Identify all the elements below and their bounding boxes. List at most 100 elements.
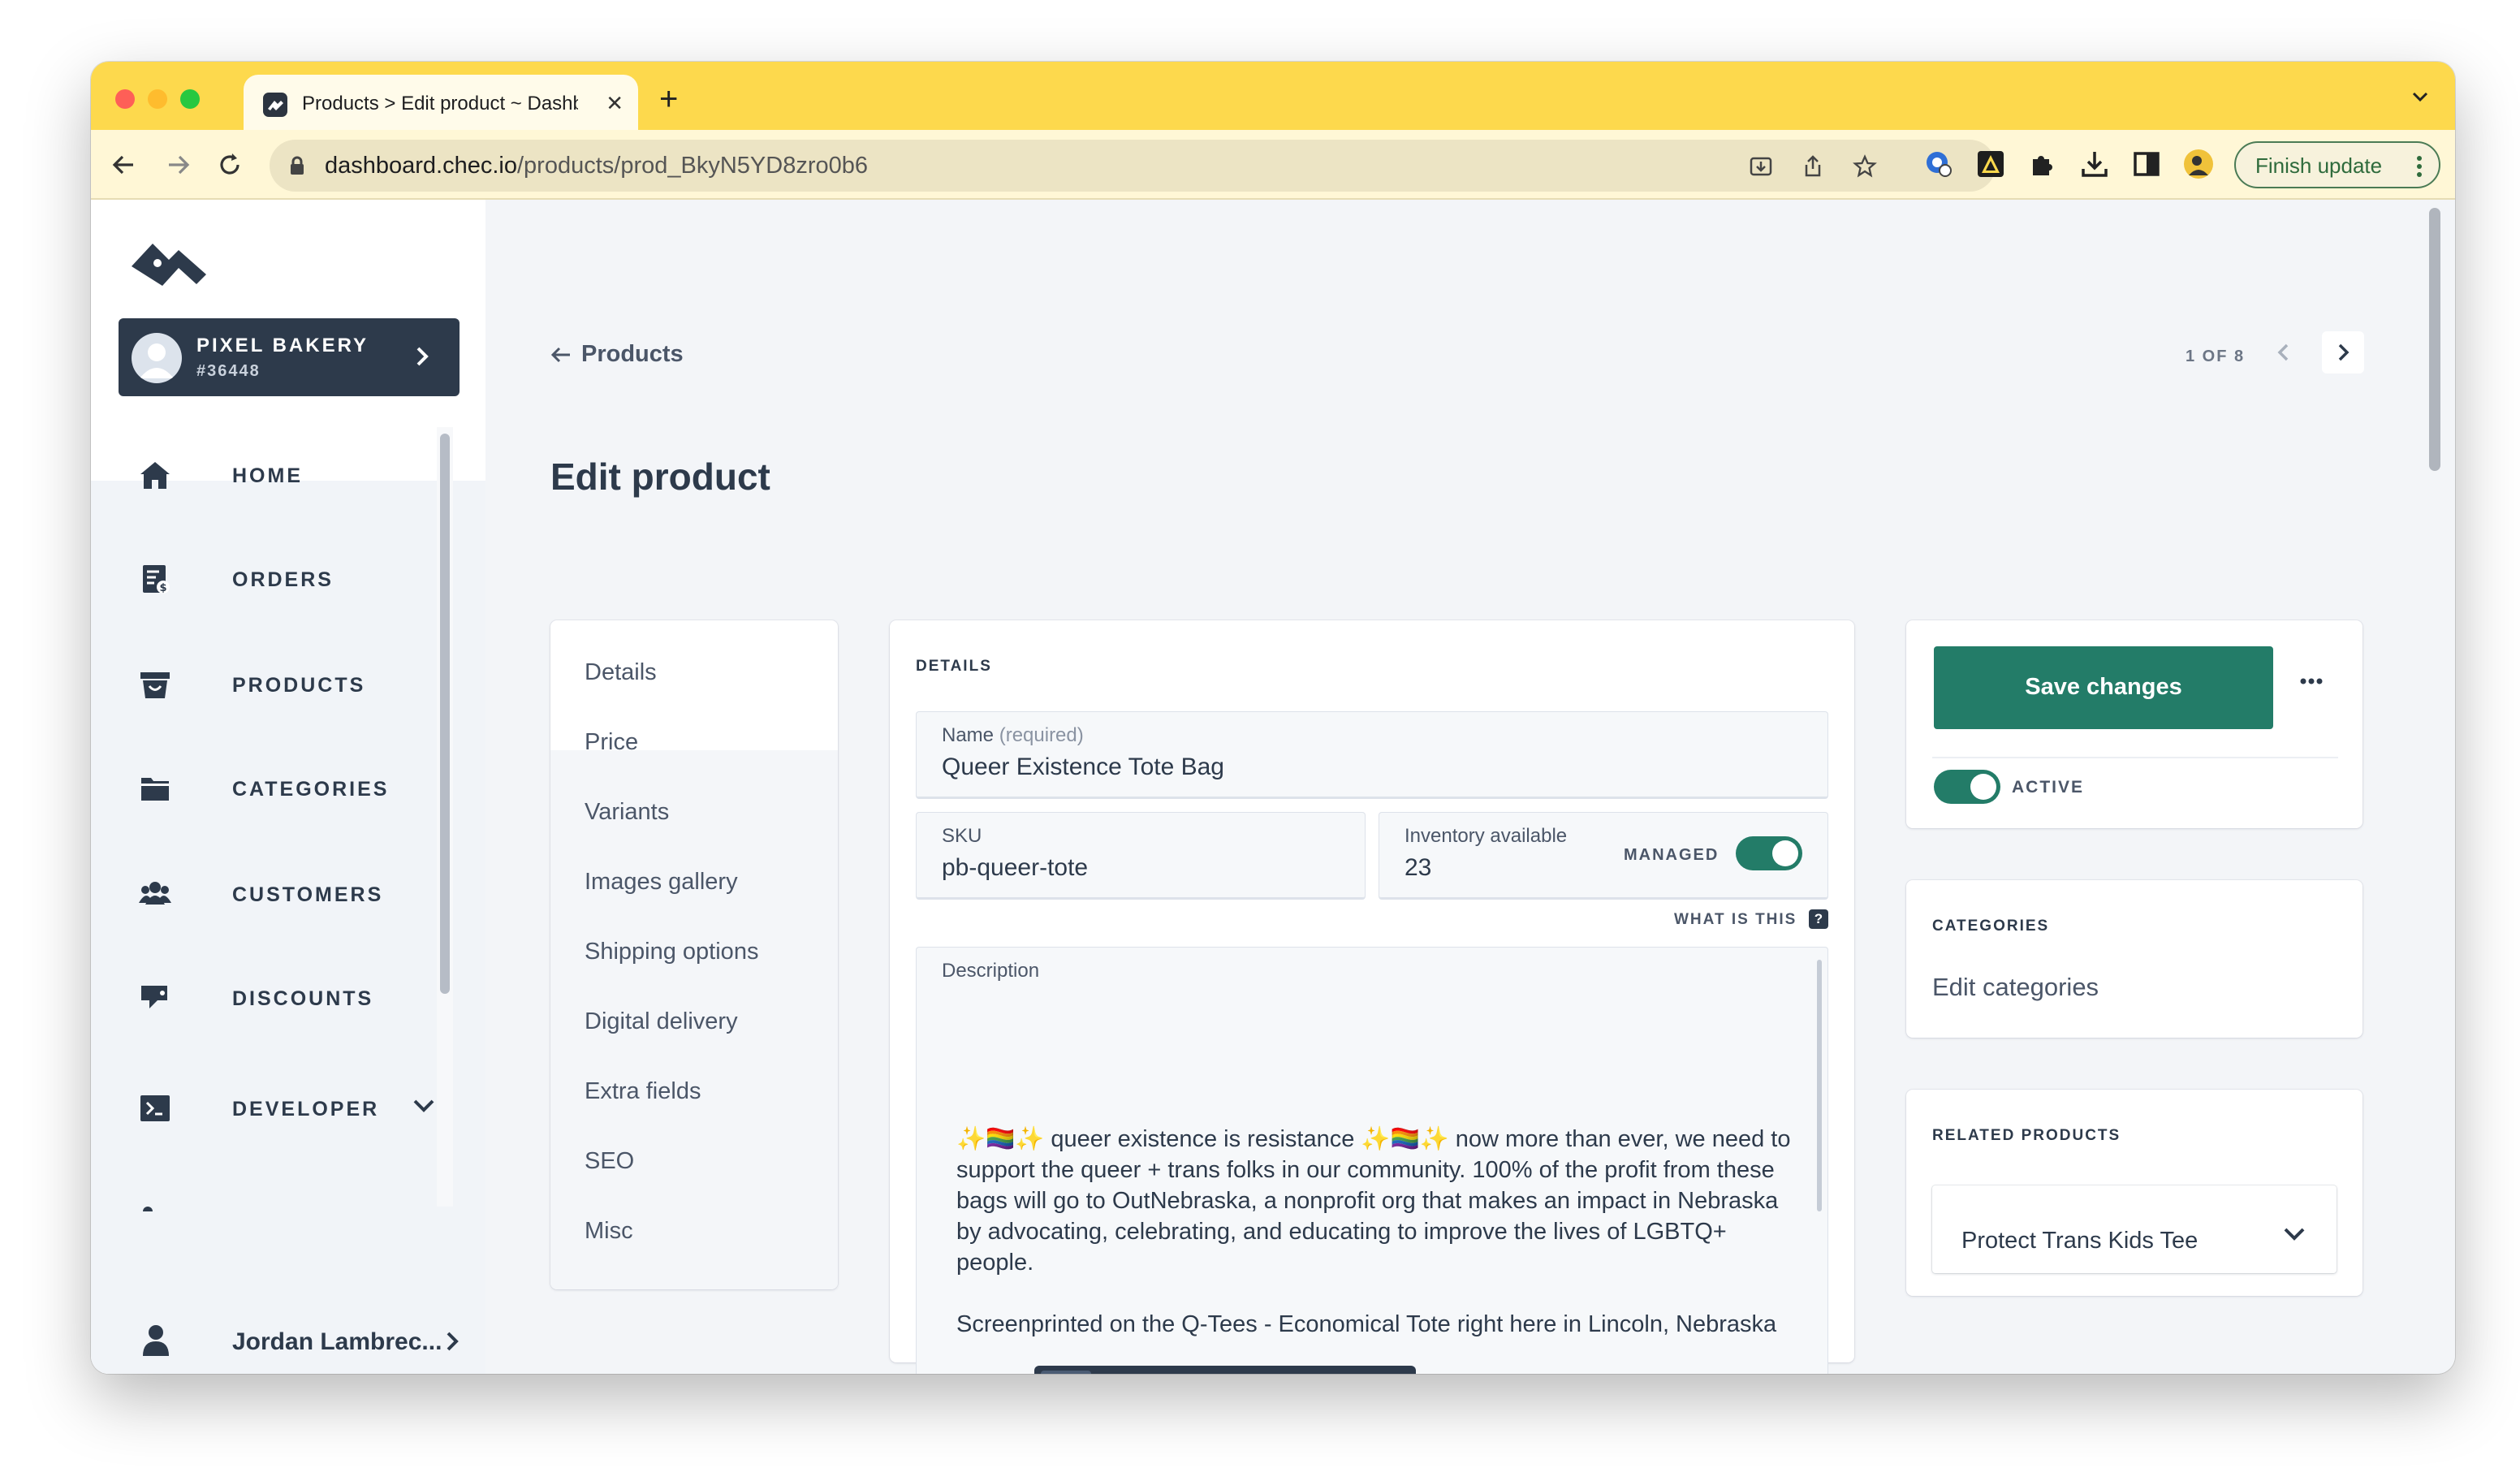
chec-logo[interactable] bbox=[128, 239, 209, 291]
managed-toggle[interactable] bbox=[1736, 836, 1802, 870]
inventory-field[interactable]: Inventory available 23 MANAGED bbox=[1379, 812, 1828, 900]
favicon-icon bbox=[263, 93, 287, 117]
close-window-button[interactable] bbox=[115, 89, 135, 109]
merchant-name: PIXEL BAKERY bbox=[196, 335, 369, 356]
sidebar-item-home[interactable]: HOME bbox=[138, 455, 463, 494]
sidebar-item-label: DEVELOPER bbox=[232, 1098, 380, 1120]
sidebar-item-label: ORDERS bbox=[232, 568, 334, 591]
tab-search-icon[interactable] bbox=[2410, 86, 2431, 107]
details-heading: DETAILS bbox=[916, 658, 992, 675]
bullet-list-button[interactable] bbox=[1301, 1371, 1351, 1374]
back-arrow-icon[interactable] bbox=[109, 149, 140, 180]
save-changes-button[interactable]: Save changes bbox=[1934, 646, 2273, 729]
description-scrollbar[interactable] bbox=[1817, 960, 1822, 1211]
chevron-right-icon bbox=[414, 344, 430, 369]
sidebar-item-products[interactable]: PRODUCTS bbox=[138, 664, 463, 703]
next-product-button[interactable] bbox=[2322, 331, 2364, 373]
sidebar-item-categories[interactable]: CATEGORIES bbox=[138, 768, 463, 807]
managed-label: MANAGED bbox=[1624, 846, 1720, 864]
forward-arrow-icon[interactable] bbox=[162, 149, 193, 180]
prev-product-button[interactable] bbox=[2263, 331, 2306, 373]
install-app-icon[interactable] bbox=[1749, 154, 1773, 179]
categories-heading: CATEGORIES bbox=[1932, 918, 2050, 935]
sidebar-item-label: CUSTOMERS bbox=[232, 883, 384, 906]
inventory-input[interactable]: 23 bbox=[1405, 854, 1431, 882]
sidebar-item-label: PRODUCTS bbox=[232, 674, 366, 697]
home-icon bbox=[138, 458, 172, 492]
related-products-heading: RELATED PRODUCTS bbox=[1932, 1127, 2121, 1144]
sidebar-nav-background bbox=[91, 481, 485, 1374]
h3-button[interactable]: H3 bbox=[1249, 1371, 1299, 1374]
section-nav: Details Price Variants Images gallery Sh… bbox=[550, 620, 838, 1289]
section-nav-digital[interactable]: Digital delivery bbox=[585, 1008, 738, 1035]
folder-icon bbox=[138, 771, 172, 805]
page-title: Edit product bbox=[550, 456, 770, 498]
tab-close-icon[interactable]: ✕ bbox=[606, 93, 624, 114]
page-scrollbar[interactable] bbox=[2429, 208, 2440, 471]
bold-button[interactable]: B bbox=[1041, 1371, 1091, 1374]
section-nav-extra-fields[interactable]: Extra fields bbox=[585, 1078, 701, 1105]
address-bar[interactable]: dashboard.chec.io/products/prod_BkyN5YD8… bbox=[270, 140, 1996, 192]
dashboard-app: PIXEL BAKERY #36448 HOME $ ORDERS PRODUC… bbox=[91, 200, 2455, 1374]
active-toggle[interactable] bbox=[1934, 770, 2000, 804]
profile-avatar-icon[interactable] bbox=[2182, 148, 2215, 180]
merchant-avatar bbox=[132, 333, 182, 383]
product-name-input[interactable]: Queer Existence Tote Bag bbox=[942, 753, 1224, 781]
section-nav-details[interactable]: Details bbox=[585, 659, 657, 686]
reload-icon[interactable] bbox=[214, 149, 245, 180]
section-nav-variants[interactable]: Variants bbox=[585, 799, 669, 826]
browser-toolbar: dashboard.chec.io/products/prod_BkyN5YD8… bbox=[91, 130, 2455, 200]
quote-button[interactable] bbox=[1353, 1371, 1403, 1374]
h1-button[interactable]: H1 bbox=[1145, 1371, 1195, 1374]
user-name: Jordan Lambrec... bbox=[232, 1328, 442, 1355]
bookmark-star-icon[interactable] bbox=[1853, 154, 1877, 179]
section-nav-price[interactable]: Price bbox=[585, 729, 638, 756]
browser-tab[interactable]: Products > Edit product ~ Dashboard ✕ bbox=[244, 75, 638, 130]
share-icon[interactable] bbox=[1801, 154, 1825, 179]
sidebar-item-developer[interactable]: DEVELOPER bbox=[138, 1088, 463, 1127]
edit-categories-link[interactable]: Edit categories bbox=[1932, 973, 2099, 1002]
finish-update-button[interactable]: Finish update bbox=[2234, 141, 2440, 188]
arrow-left-icon bbox=[550, 346, 572, 364]
chevron-down-icon bbox=[2283, 1226, 2306, 1242]
shopping-basket-icon bbox=[138, 667, 172, 702]
sku-input[interactable]: pb-queer-tote bbox=[942, 854, 1088, 882]
sidebar: PIXEL BAKERY #36448 HOME $ ORDERS PRODUC… bbox=[91, 200, 485, 1374]
extensions-puzzle-icon[interactable] bbox=[2026, 148, 2059, 180]
sku-field[interactable]: SKU pb-queer-tote bbox=[916, 812, 1366, 900]
lock-icon[interactable] bbox=[289, 156, 305, 175]
finish-update-label: Finish update bbox=[2255, 153, 2383, 178]
merchant-switcher[interactable]: PIXEL BAKERY #36448 bbox=[119, 318, 460, 396]
section-nav-images[interactable]: Images gallery bbox=[585, 869, 738, 896]
related-products-select[interactable]: Protect Trans Kids Tee bbox=[1932, 1185, 2337, 1273]
sidebar-item-customers[interactable]: CUSTOMERS bbox=[138, 874, 463, 913]
section-nav-misc[interactable]: Misc bbox=[585, 1218, 633, 1245]
chevron-down-icon[interactable] bbox=[412, 1098, 435, 1114]
section-nav-shipping[interactable]: Shipping options bbox=[585, 939, 758, 965]
description-editor[interactable]: ✨🏳️‍🌈✨ queer existence is resistance ✨🏳️… bbox=[916, 976, 1809, 1343]
more-options-icon[interactable] bbox=[2299, 677, 2324, 685]
minimize-window-button[interactable] bbox=[148, 89, 167, 109]
help-icon: ? bbox=[1809, 909, 1828, 929]
product-name-field[interactable]: Name (required) Queer Existence Tote Bag bbox=[916, 711, 1828, 799]
sidebar-item-discounts[interactable]: DISCOUNTS bbox=[138, 978, 463, 1017]
sidebar-item-orders[interactable]: $ ORDERS bbox=[138, 559, 463, 598]
zoom-window-button[interactable] bbox=[180, 89, 200, 109]
h2-button[interactable]: H2 bbox=[1197, 1371, 1247, 1374]
new-tab-icon[interactable]: + bbox=[659, 83, 678, 115]
svg-text:$: $ bbox=[159, 582, 166, 594]
italic-button[interactable]: I bbox=[1093, 1371, 1143, 1374]
users-icon bbox=[138, 877, 172, 911]
section-nav-seo[interactable]: SEO bbox=[585, 1148, 634, 1175]
inventory-label: Inventory available bbox=[1405, 825, 1568, 847]
tab-title: Products > Edit product ~ Dashboard bbox=[302, 93, 578, 114]
description-text[interactable]: ✨🏳️‍🌈✨ queer existence is resistance ✨🏳️… bbox=[956, 1124, 1809, 1340]
name-label: Name (required) bbox=[942, 724, 1084, 746]
extension-warning-icon[interactable] bbox=[1974, 148, 2007, 180]
user-menu[interactable]: Jordan Lambrec... bbox=[138, 1320, 479, 1361]
downloads-icon[interactable] bbox=[2078, 148, 2111, 180]
side-panel-icon[interactable] bbox=[2130, 148, 2163, 180]
pagination-text: 1 OF 8 bbox=[2186, 348, 2246, 365]
extension-globe-icon[interactable] bbox=[1922, 148, 1955, 180]
related-product-value: Protect Trans Kids Tee bbox=[1961, 1228, 2199, 1254]
